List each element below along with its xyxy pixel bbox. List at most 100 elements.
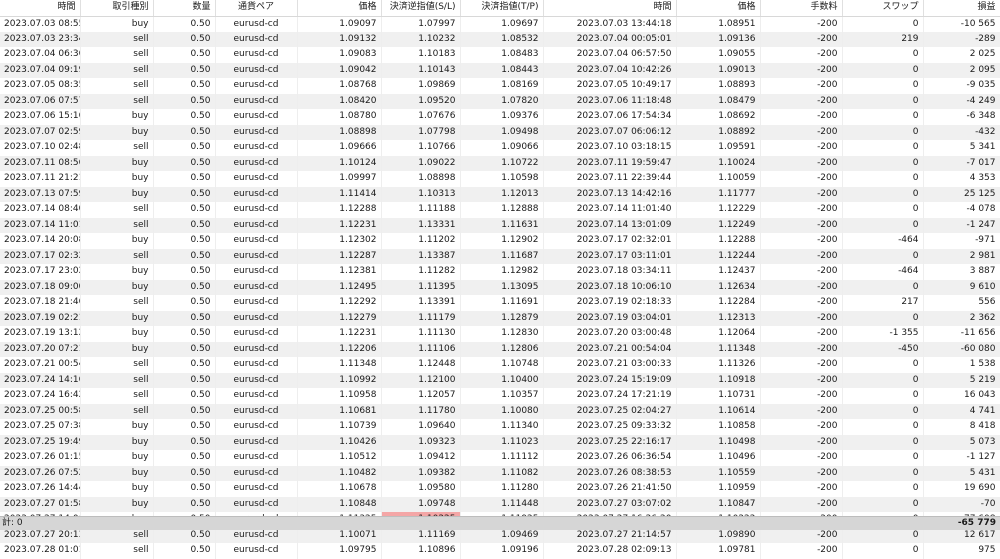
cell-close-time: 2023.07.24 17:21:19 xyxy=(543,388,677,404)
cell-open-time: 2023.07.14 11:01:40 xyxy=(0,217,81,233)
col-commission-header[interactable]: 手数料 xyxy=(760,0,843,17)
cell-volume: 0.50 xyxy=(153,217,216,233)
cell-commission: -200 xyxy=(760,434,843,450)
table-row[interactable]: 2023.07.28 01:01:33sell0.50eurusd-cd1.09… xyxy=(0,543,1000,559)
cell-swap: 0 xyxy=(842,279,924,295)
cell-type: buy xyxy=(80,450,154,466)
cell-open-price: 1.09042 xyxy=(297,62,382,78)
col-volume-header[interactable]: 数量 xyxy=(153,0,216,17)
table-row[interactable]: 2023.07.24 14:16:08sell0.50eurusd-cd1.10… xyxy=(0,372,1000,388)
cell-type: sell xyxy=(80,543,154,559)
cell-tp: 1.07820 xyxy=(460,93,544,109)
table-row[interactable]: 2023.07.04 09:19:51sell0.50eurusd-cd1.09… xyxy=(0,62,1000,78)
cell-swap: 0 xyxy=(842,124,924,140)
table-row[interactable]: 2023.07.25 19:49:48buy0.50eurusd-cd1.104… xyxy=(0,434,1000,450)
cell-sl: 1.12057 xyxy=(381,388,461,404)
cell-close-time: 2023.07.13 14:42:16 xyxy=(543,186,677,202)
col-tp-header[interactable]: 決済指値(T/P) xyxy=(460,0,544,17)
cell-commission: -200 xyxy=(760,248,843,264)
col-open-time-header[interactable]: 時間 xyxy=(0,0,81,17)
cell-close-price: 1.08692 xyxy=(676,109,761,125)
cell-sl: 1.10896 xyxy=(381,543,461,559)
table-row[interactable]: 2023.07.14 11:01:40sell0.50eurusd-cd1.12… xyxy=(0,217,1000,233)
table-row[interactable]: 2023.07.13 07:59:18buy0.50eurusd-cd1.114… xyxy=(0,186,1000,202)
cell-open-price: 1.10426 xyxy=(297,434,382,450)
cell-tp: 1.13095 xyxy=(460,279,544,295)
table-row[interactable]: 2023.07.18 21:46:41sell0.50eurusd-cd1.12… xyxy=(0,295,1000,311)
col-symbol-header[interactable]: 通貨ペア xyxy=(215,0,298,17)
table-row[interactable]: 2023.07.25 00:58:32sell0.50eurusd-cd1.10… xyxy=(0,403,1000,419)
table-row[interactable]: 2023.07.20 07:21:09buy0.50eurusd-cd1.122… xyxy=(0,341,1000,357)
table-row[interactable]: 2023.07.06 15:16:12buy0.50eurusd-cd1.087… xyxy=(0,109,1000,125)
cell-volume: 0.50 xyxy=(153,248,216,264)
table-row[interactable]: 2023.07.14 20:08:43buy0.50eurusd-cd1.123… xyxy=(0,233,1000,249)
cell-sl: 1.09640 xyxy=(381,419,461,435)
cell-close-price: 1.09136 xyxy=(676,31,761,47)
cell-close-price: 1.11326 xyxy=(676,357,761,373)
cell-sl: 1.09580 xyxy=(381,481,461,497)
col-sl-header[interactable]: 決済逆指値(S/L) xyxy=(381,0,461,17)
cell-close-time: 2023.07.26 21:41:50 xyxy=(543,481,677,497)
cell-tp: 1.10748 xyxy=(460,357,544,373)
col-swap-header[interactable]: スワップ xyxy=(842,0,924,17)
cell-close-price: 1.09781 xyxy=(676,543,761,559)
cell-volume: 0.50 xyxy=(153,403,216,419)
cell-swap: 0 xyxy=(842,93,924,109)
cell-open-time: 2023.07.14 20:08:43 xyxy=(0,233,81,249)
table-row[interactable]: 2023.07.03 23:34:20sell0.50eurusd-cd1.09… xyxy=(0,31,1000,47)
cell-tp: 1.10080 xyxy=(460,403,544,419)
table-row[interactable]: 2023.07.04 06:36:28sell0.50eurusd-cd1.09… xyxy=(0,47,1000,63)
table-row[interactable]: 2023.07.26 01:15:05buy0.50eurusd-cd1.105… xyxy=(0,450,1000,466)
cell-profit: 16 043 xyxy=(923,388,1000,404)
cell-commission: -200 xyxy=(760,496,843,512)
cell-open-time: 2023.07.26 01:15:05 xyxy=(0,450,81,466)
table-row[interactable]: 2023.07.17 23:02:54buy0.50eurusd-cd1.123… xyxy=(0,264,1000,280)
cell-close-price: 1.10731 xyxy=(676,388,761,404)
cell-close-price: 1.12634 xyxy=(676,279,761,295)
cell-open-price: 1.09795 xyxy=(297,543,382,559)
table-row[interactable]: 2023.07.26 14:44:03buy0.50eurusd-cd1.106… xyxy=(0,481,1000,497)
cell-open-time: 2023.07.27 01:58:18 xyxy=(0,496,81,512)
table-row[interactable]: 2023.07.18 09:00:52buy0.50eurusd-cd1.124… xyxy=(0,279,1000,295)
table-row[interactable]: 2023.07.10 02:48:08sell0.50eurusd-cd1.09… xyxy=(0,140,1000,156)
cell-close-price: 1.10847 xyxy=(676,496,761,512)
cell-close-price: 1.10024 xyxy=(676,155,761,171)
cell-commission: -200 xyxy=(760,155,843,171)
table-row[interactable]: 2023.07.11 08:56:11buy0.50eurusd-cd1.101… xyxy=(0,155,1000,171)
table-row[interactable]: 2023.07.17 02:32:09sell0.50eurusd-cd1.12… xyxy=(0,248,1000,264)
col-type-header[interactable]: 取引種別 xyxy=(80,0,154,17)
trade-history-table: 時間 取引種別 数量 通貨ペア 価格 決済逆指値(S/L) 決済指値(T/P) … xyxy=(0,0,1000,559)
table-row[interactable]: 2023.07.19 02:21:03buy0.50eurusd-cd1.122… xyxy=(0,310,1000,326)
cell-volume: 0.50 xyxy=(153,264,216,280)
cell-sl: 1.07798 xyxy=(381,124,461,140)
table-row[interactable]: 2023.07.05 08:35:05sell0.50eurusd-cd1.08… xyxy=(0,78,1000,94)
table-row[interactable]: 2023.07.07 02:59:48buy0.50eurusd-cd1.088… xyxy=(0,124,1000,140)
cell-open-price: 1.10739 xyxy=(297,419,382,435)
table-row[interactable]: 2023.07.26 07:52:17buy0.50eurusd-cd1.104… xyxy=(0,465,1000,481)
cell-volume: 0.50 xyxy=(153,295,216,311)
table-row[interactable]: 2023.07.21 00:54:05sell0.50eurusd-cd1.11… xyxy=(0,357,1000,373)
cell-close-time: 2023.07.04 00:05:01 xyxy=(543,31,677,47)
cell-type: sell xyxy=(80,403,154,419)
col-close-time-header[interactable]: 時間 xyxy=(543,0,677,17)
table-row[interactable]: 2023.07.14 08:40:47sell0.50eurusd-cd1.12… xyxy=(0,202,1000,218)
table-row[interactable]: 2023.07.27 01:58:18buy0.50eurusd-cd1.108… xyxy=(0,496,1000,512)
cell-symbol: eurusd-cd xyxy=(215,496,298,512)
col-profit-header[interactable]: 損益 xyxy=(923,0,1000,17)
table-row[interactable]: 2023.07.25 07:38:40buy0.50eurusd-cd1.107… xyxy=(0,419,1000,435)
col-close-price-header[interactable]: 価格 xyxy=(676,0,761,17)
cell-close-price: 1.08892 xyxy=(676,124,761,140)
cell-type: sell xyxy=(80,217,154,233)
cell-open-price: 1.12288 xyxy=(297,202,382,218)
cell-open-price: 1.12287 xyxy=(297,248,382,264)
table-row[interactable]: 2023.07.11 21:21:24buy0.50eurusd-cd1.099… xyxy=(0,171,1000,187)
table-row[interactable]: 2023.07.03 08:55:57buy0.50eurusd-cd1.090… xyxy=(0,16,1000,32)
table-row[interactable]: 2023.07.24 16:42:32sell0.50eurusd-cd1.10… xyxy=(0,388,1000,404)
col-open-price-header[interactable]: 価格 xyxy=(297,0,382,17)
table-row[interactable]: 2023.07.06 07:57:04sell0.50eurusd-cd1.08… xyxy=(0,93,1000,109)
table-row[interactable]: 2023.07.19 13:12:42buy0.50eurusd-cd1.122… xyxy=(0,326,1000,342)
cell-commission: -200 xyxy=(760,310,843,326)
cell-close-time: 2023.07.03 13:44:18 xyxy=(543,16,677,32)
cell-sl: 1.11179 xyxy=(381,310,461,326)
cell-open-price: 1.10482 xyxy=(297,465,382,481)
